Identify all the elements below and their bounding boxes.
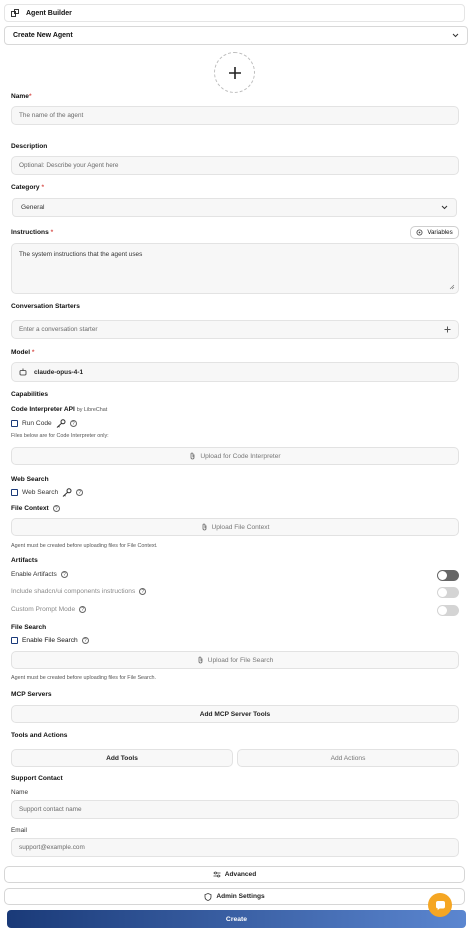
instructions-textarea[interactable]: The system instructions that the agent u…: [11, 243, 459, 294]
gear-icon: [416, 229, 423, 236]
agent-select-value: Create New Agent: [13, 32, 73, 39]
model-label: Model *: [11, 349, 35, 356]
help-icon[interactable]: ?: [139, 588, 147, 595]
file-search-note: Agent must be created before uploading f…: [11, 675, 157, 681]
resize-handle-icon[interactable]: [449, 284, 455, 290]
web-search-checkbox[interactable]: [11, 489, 18, 496]
chevron-down-icon: [441, 205, 448, 210]
app-header: Agent Builder: [4, 4, 465, 22]
file-context-note: Agent must be created before uploading f…: [11, 543, 158, 549]
plus-icon: [228, 66, 241, 79]
custom-prompt-row: Custom Prompt Mode ?: [11, 606, 87, 613]
run-code-label: Run Code: [22, 420, 52, 427]
add-mcp-tools-button[interactable]: Add MCP Server Tools: [11, 705, 459, 723]
support-name-input[interactable]: Support contact name: [11, 800, 459, 819]
shadcn-row: Include shadcn/ui components instruction…: [11, 588, 147, 595]
help-icon[interactable]: ?: [81, 637, 89, 644]
file-search-label: File Search: [11, 624, 47, 631]
paperclip-icon: [190, 452, 195, 460]
category-select[interactable]: General: [12, 198, 457, 217]
upload-code-interpreter-button[interactable]: Upload for Code Interpreter: [11, 447, 459, 465]
support-email-input[interactable]: support@example.com: [11, 838, 459, 857]
file-search-option: Enable File Search ?: [11, 637, 89, 644]
help-icon[interactable]: ?: [52, 505, 60, 512]
starter-input[interactable]: Enter a conversation starter: [11, 320, 459, 339]
variables-button[interactable]: Variables: [410, 226, 459, 239]
shadcn-label: Include shadcn/ui components instruction…: [11, 588, 136, 595]
chevron-down-icon: [452, 33, 459, 38]
upload-file-search-button[interactable]: Upload for File Search: [11, 651, 459, 669]
category-label: Category *: [11, 184, 45, 191]
shadcn-toggle[interactable]: [437, 587, 459, 598]
bot-icon: [19, 368, 27, 376]
web-search-option: Web Search ?: [11, 488, 84, 497]
admin-settings-button[interactable]: Admin Settings: [4, 888, 465, 905]
capabilities-label: Capabilities: [11, 391, 49, 398]
code-interpreter-note: Files below are for Code Interpreter onl…: [11, 433, 109, 439]
chat-widget-button[interactable]: [428, 893, 452, 917]
web-search-label: Web Search: [11, 476, 49, 483]
description-input[interactable]: Optional: Describe your Agent here: [11, 156, 459, 175]
enable-artifacts-row: Enable Artifacts ?: [11, 571, 68, 578]
enable-artifacts-label: Enable Artifacts: [11, 571, 57, 578]
enable-artifacts-toggle[interactable]: [437, 570, 459, 581]
upload-file-context-button[interactable]: Upload File Context: [11, 518, 459, 536]
description-label: Description: [11, 143, 48, 150]
app-title: Agent Builder: [26, 9, 72, 17]
file-search-checkbox[interactable]: [11, 637, 18, 644]
add-starter-icon[interactable]: [444, 326, 451, 333]
help-icon[interactable]: ?: [69, 420, 77, 427]
support-email-label: Email: [11, 827, 27, 834]
create-button[interactable]: Create: [7, 910, 466, 928]
file-context-label: File Context ?: [11, 505, 60, 512]
agent-select[interactable]: Create New Agent: [4, 26, 468, 45]
custom-prompt-label: Custom Prompt Mode: [11, 606, 76, 613]
name-input[interactable]: The name of the agent: [11, 106, 459, 125]
help-icon[interactable]: ?: [60, 571, 68, 578]
paperclip-icon: [202, 523, 206, 531]
artifacts-label: Artifacts: [11, 557, 38, 564]
mcp-label: MCP Servers: [11, 691, 52, 698]
starters-label: Conversation Starters: [11, 303, 80, 310]
run-code-checkbox[interactable]: [11, 420, 18, 427]
support-label: Support Contact: [11, 775, 63, 782]
key-icon[interactable]: [56, 419, 66, 428]
agent-builder-icon: [11, 9, 19, 17]
avatar-upload[interactable]: [214, 52, 255, 93]
add-tools-button[interactable]: Add Tools: [11, 749, 233, 767]
tools-label: Tools and Actions: [11, 732, 68, 739]
shield-icon: [204, 892, 212, 901]
paperclip-icon: [198, 656, 203, 664]
custom-prompt-toggle[interactable]: [437, 605, 459, 616]
run-code-option: Run Code ?: [11, 419, 77, 428]
help-icon[interactable]: ?: [79, 606, 87, 613]
code-interpreter-label: Code Interpreter API by LibreChat: [11, 406, 108, 413]
file-search-option-label: Enable File Search: [22, 637, 78, 644]
model-select[interactable]: claude-opus-4-1: [11, 362, 459, 382]
advanced-button[interactable]: Advanced: [4, 866, 465, 883]
name-label: Name*: [11, 93, 32, 100]
support-name-label: Name: [11, 789, 29, 796]
instructions-label: Instructions *: [11, 229, 54, 236]
add-actions-button[interactable]: Add Actions: [237, 749, 459, 767]
key-icon[interactable]: [62, 488, 72, 497]
sliders-icon: [213, 871, 221, 878]
help-icon[interactable]: ?: [76, 489, 84, 496]
chat-bubble-icon: [435, 900, 445, 910]
web-search-option-label: Web Search: [22, 489, 59, 496]
